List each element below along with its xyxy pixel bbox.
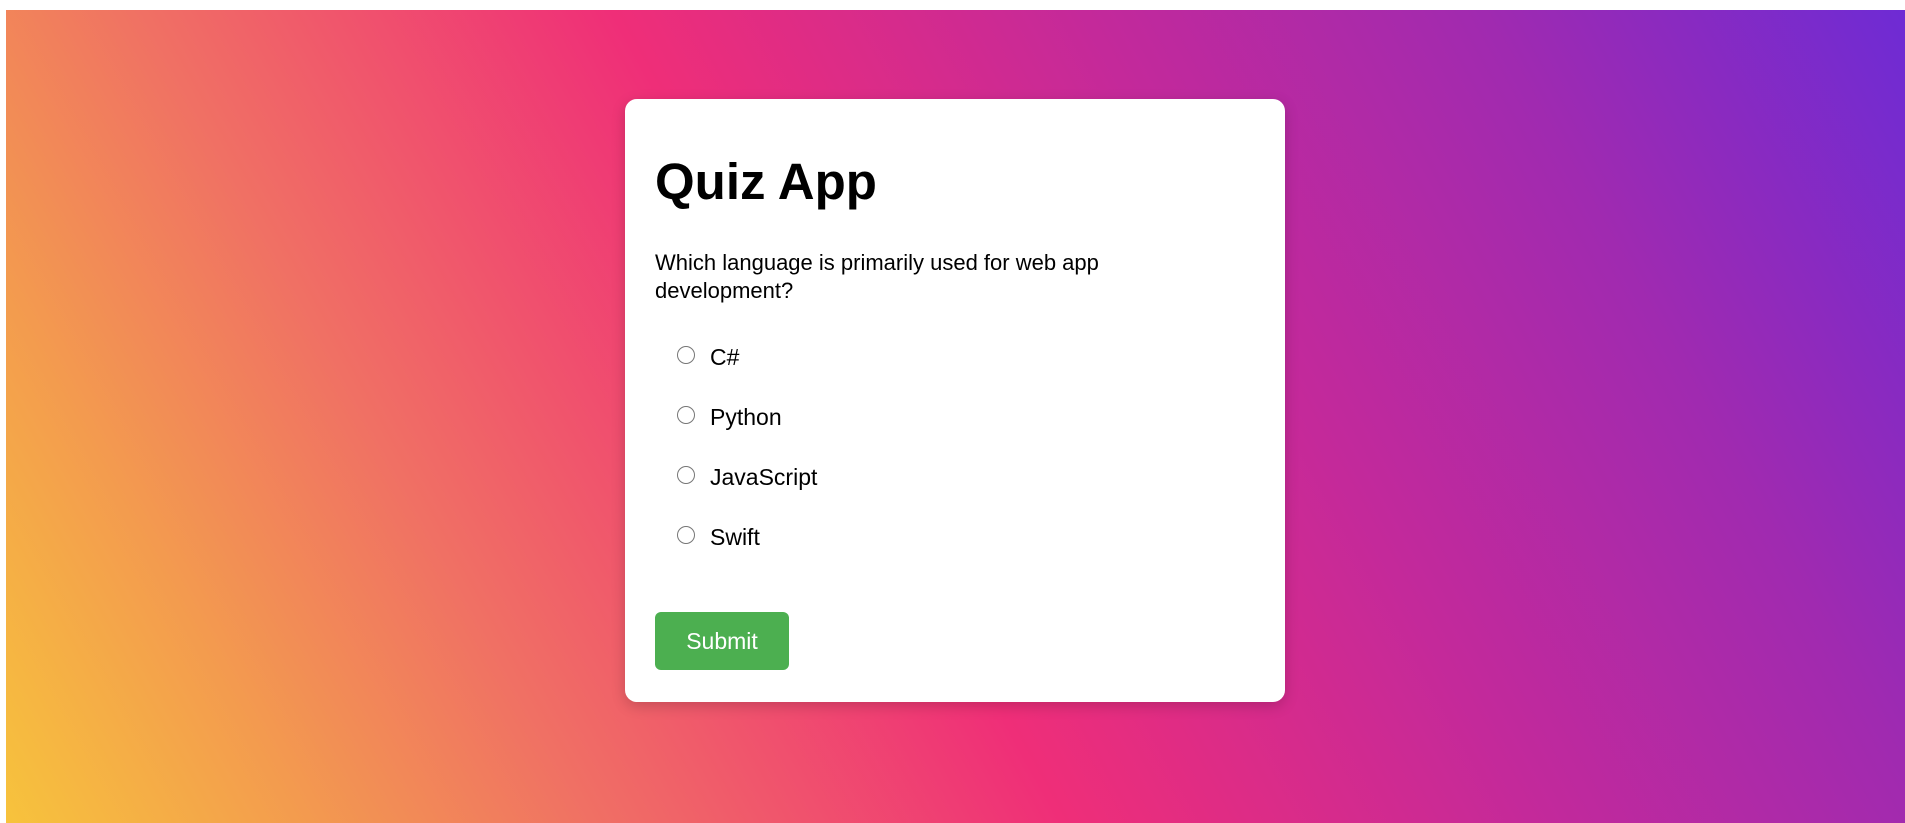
answer-options: C# Python JavaScript Swift xyxy=(677,345,817,585)
answer-option-swift[interactable]: Swift xyxy=(677,525,817,585)
answer-option-label: JavaScript xyxy=(710,464,818,490)
page-title: Quiz App xyxy=(655,153,877,210)
radio-button-icon[interactable] xyxy=(677,526,695,544)
radio-button-icon[interactable] xyxy=(677,346,695,364)
submit-button[interactable]: Submit xyxy=(655,612,789,670)
answer-option-python[interactable]: Python xyxy=(677,405,817,465)
answer-option-csharp[interactable]: C# xyxy=(677,345,817,405)
radio-button-icon[interactable] xyxy=(677,406,695,424)
answer-option-label: Python xyxy=(710,404,782,430)
quiz-card: Quiz App Which language is primarily use… xyxy=(625,99,1285,702)
answer-option-label: C# xyxy=(710,344,740,370)
answer-option-javascript[interactable]: JavaScript xyxy=(677,465,817,525)
question-text: Which language is primarily used for web… xyxy=(655,250,1099,303)
page-background: Quiz App Which language is primarily use… xyxy=(6,10,1905,823)
answer-option-label: Swift xyxy=(710,524,760,550)
radio-button-icon[interactable] xyxy=(677,466,695,484)
